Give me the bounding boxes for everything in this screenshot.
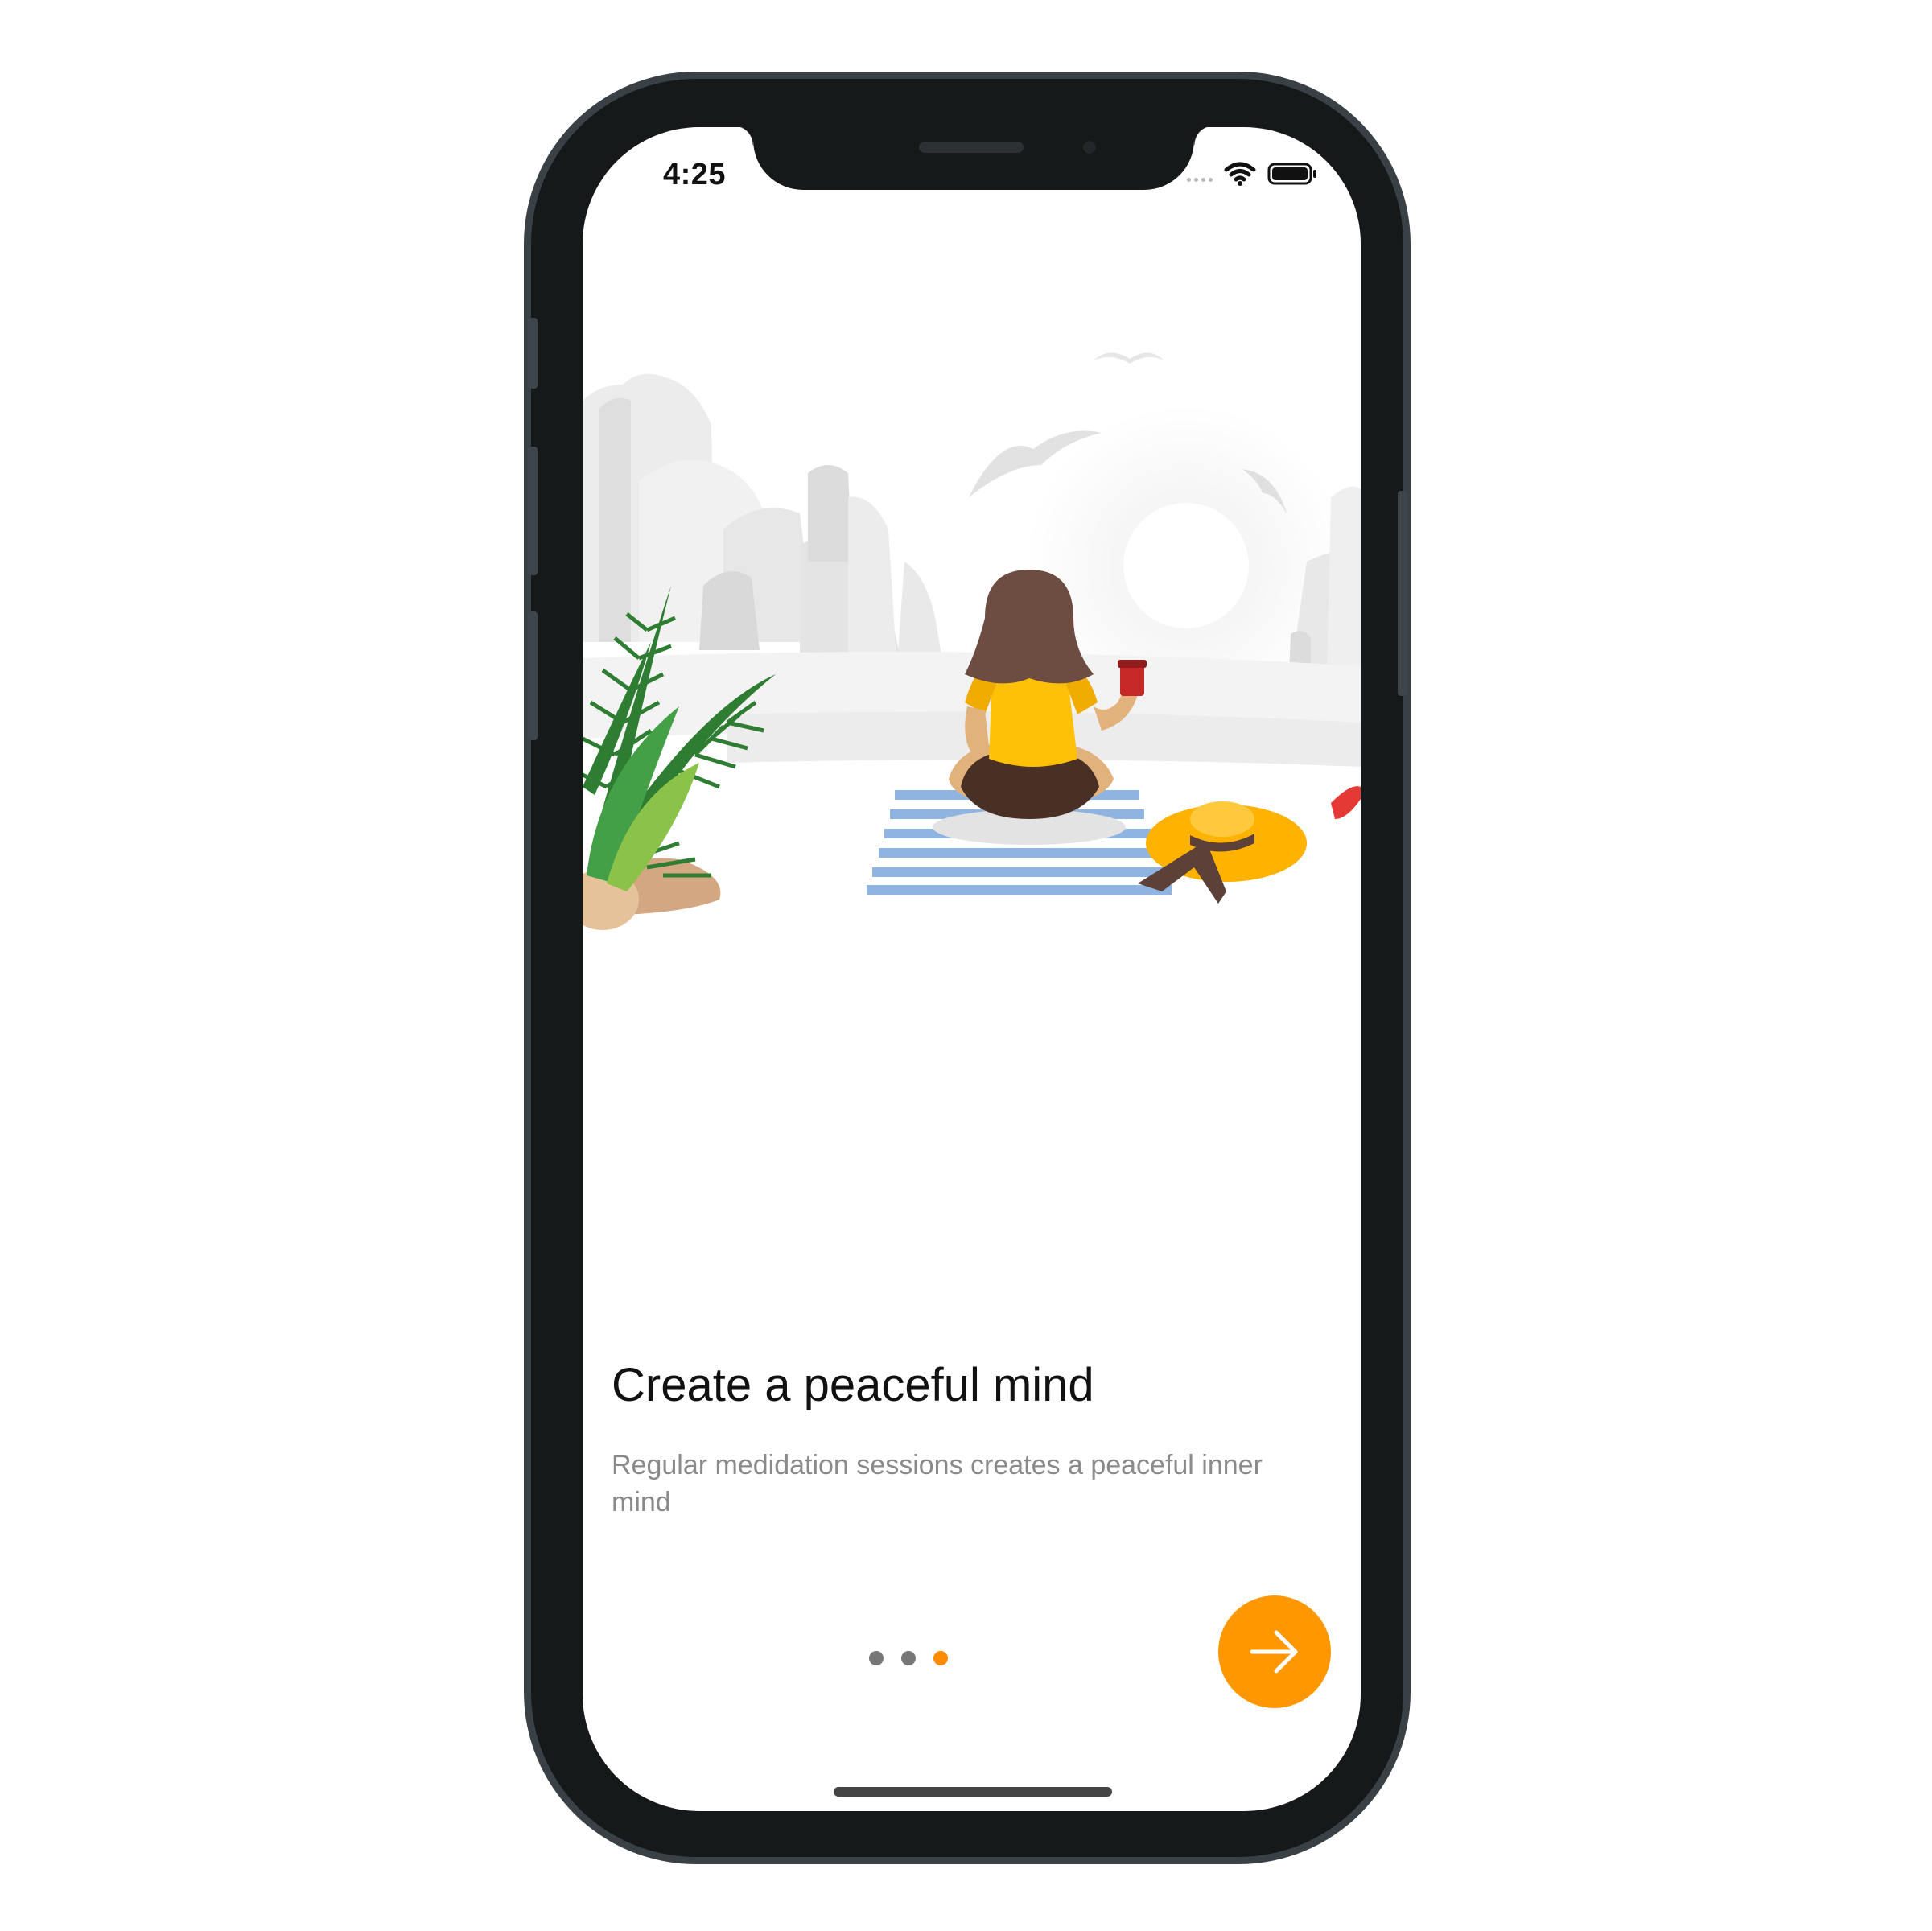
battery-icon <box>1267 163 1316 185</box>
speaker-grille <box>919 142 1024 153</box>
status-icons <box>1187 158 1319 190</box>
notch <box>734 127 1213 190</box>
power-button <box>1398 491 1407 696</box>
page-dot-1[interactable] <box>869 1651 884 1665</box>
onboarding-title: Create a peaceful mind <box>612 1359 1094 1411</box>
home-indicator[interactable] <box>834 1787 1112 1797</box>
page-dot-3-active[interactable] <box>933 1651 948 1665</box>
next-button[interactable] <box>1218 1595 1331 1708</box>
onboarding-subtitle: Regular medidation sessions creates a pe… <box>612 1450 1263 1517</box>
cellular-signal-icon <box>1187 177 1213 182</box>
front-camera <box>1077 135 1102 159</box>
meditation-illustration <box>583 352 1361 930</box>
volume-down-button <box>528 611 538 740</box>
page-indicator[interactable] <box>869 1651 948 1665</box>
arrow-right-icon <box>1250 1630 1298 1674</box>
page-dot-2[interactable] <box>901 1651 916 1665</box>
mute-switch <box>528 318 538 389</box>
app-screen: 4:25 Create a peaceful mind Regular medi… <box>583 127 1361 1811</box>
volume-up-button <box>528 447 538 575</box>
status-time: 4:25 <box>663 158 727 191</box>
wifi-icon <box>1224 162 1256 186</box>
